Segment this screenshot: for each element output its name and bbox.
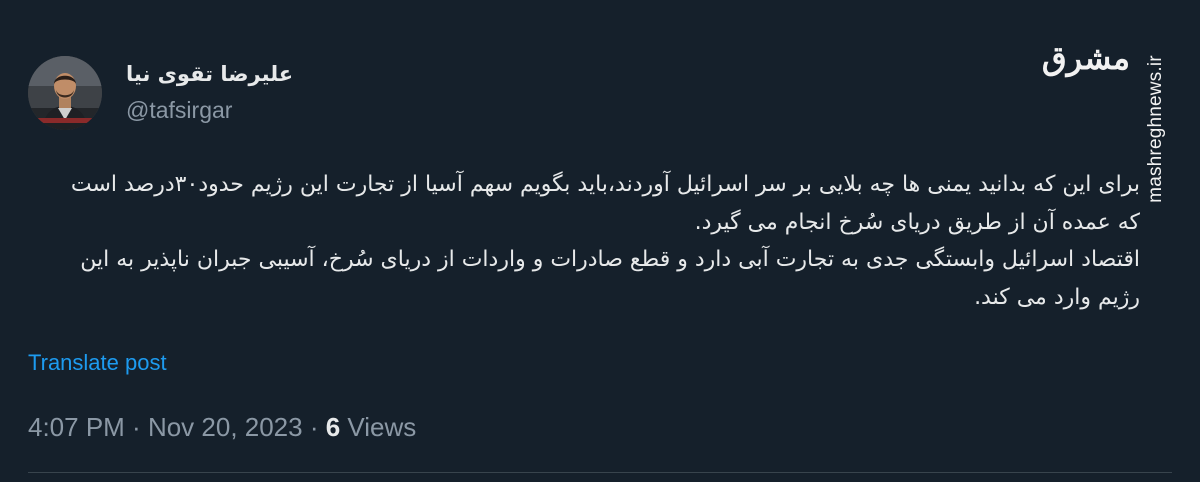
author-handle[interactable]: @tafsirgar [126,96,293,124]
author-info: علیرضا تقوی نیا @tafsirgar [126,60,293,124]
tweet-paragraph: برای این که بدانید یمنی ها چه بلایی بر س… [70,172,1140,235]
avatar-image [28,56,102,130]
divider [28,472,1172,473]
meta-separator: · [302,412,326,442]
translate-post-link[interactable]: Translate post [28,350,167,376]
author-display-name[interactable]: علیرضا تقوی نیا [126,60,293,88]
tweet-metadata: 4:07 PM · Nov 20, 2023 · 6 Views [28,412,416,443]
tweet-time[interactable]: 4:07 PM [28,412,125,442]
views-label: Views [340,412,417,442]
tweet-paragraph: اقتصاد اسرائیل وابستگی جدی به تجارت آبی … [80,247,1140,310]
tweet-text: برای این که بدانید یمنی ها چه بلایی بر س… [60,166,1140,316]
meta-separator: · [124,412,148,442]
watermark-logo: مشرق [1041,39,1130,77]
watermark-url-text: mashreghnews.ir [1145,55,1166,203]
avatar[interactable] [28,56,102,130]
views-count: 6 [325,412,341,442]
watermark-url: mashreghnews.ir [1138,24,1174,234]
tweet-date[interactable]: Nov 20, 2023 [148,412,303,442]
tweet-card: علیرضا تقوی نیا @tafsirgar مشرق mashregh… [0,0,1200,482]
